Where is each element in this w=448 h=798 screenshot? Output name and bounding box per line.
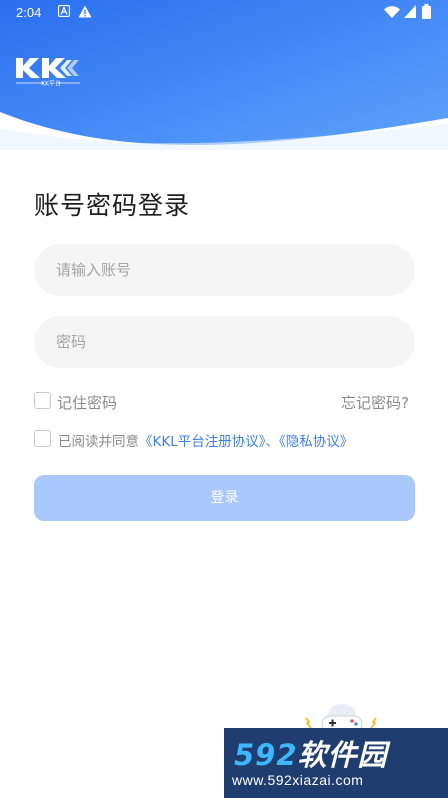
status-bar: 2:04 [0,0,448,26]
watermark-url: www.592xiazai.com [232,772,364,788]
watermark-brand-num: 592 [234,738,298,772]
signal-icon [404,5,416,18]
kk-logo: KK平台 [16,58,80,88]
remember-label[interactable]: 记住密码 [57,392,117,413]
login-button[interactable]: 登录 [34,475,415,521]
remember-checkbox[interactable] [34,392,51,409]
warning-icon [78,5,92,18]
header-banner: 2:04 KK平台 [0,0,448,150]
forgot-password-link[interactable]: 忘记密码? [341,392,409,413]
password-input[interactable] [34,316,415,368]
watermark: 592软件园 www.592xiazai.com [224,728,448,798]
registration-agreement-link[interactable]: 《KKL平台注册协议》 [139,434,265,450]
agreement-row: 已阅读并同意《KKL平台注册协议》、《隐私协议》 [34,428,434,450]
logo-subtext: KK平台 [41,80,61,88]
a-icon [58,5,70,17]
agreement-separator: 、 [265,434,279,450]
status-time: 2:04 [16,5,42,20]
wifi-icon [384,6,400,18]
password-field[interactable] [34,316,415,368]
agreement-text: 已阅读并同意《KKL平台注册协议》、《隐私协议》 [58,430,353,450]
privacy-agreement-link[interactable]: 《隐私协议》 [279,434,353,450]
account-input[interactable] [34,244,415,296]
agreement-prefix: 已阅读并同意 [58,434,139,450]
battery-icon [422,4,431,19]
agreement-checkbox[interactable] [34,430,51,447]
watermark-brand: 592软件园 [234,732,388,774]
watermark-brand-text: 软件园 [297,738,388,772]
page-title: 账号密码登录 [34,191,191,220]
account-field[interactable] [34,244,415,296]
remember-row: 记住密码 忘记密码? [34,391,415,413]
